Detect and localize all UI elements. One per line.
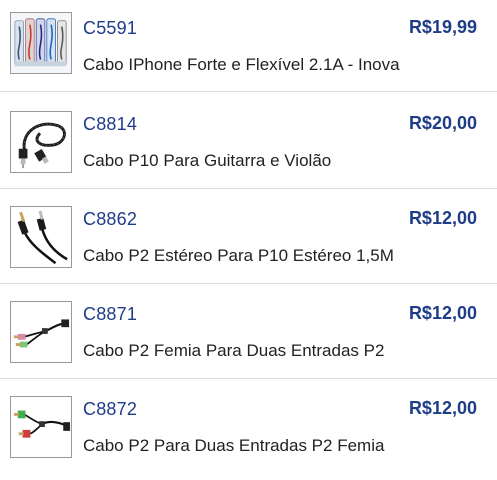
product-code: C8871 (83, 304, 138, 324)
product-code: C8872 (83, 399, 138, 419)
product-price: R$12,00 (408, 303, 477, 323)
p2-splitter-cable-icon (10, 301, 72, 363)
product-title: Cabo P2 Femia Para Duas Entradas P2 (83, 341, 385, 360)
product-price: R$19,99 (408, 17, 477, 37)
product-price: R$12,00 (408, 208, 477, 228)
product-price: R$12,00 (408, 398, 477, 418)
product-code: C8814 (83, 114, 138, 134)
product-code: C8862 (83, 209, 138, 229)
iphone-cable-pack-icon (10, 12, 72, 74)
list-item[interactable]: C5591 R$19,99 Cabo IPhone Forte e Flexív… (0, 0, 497, 92)
p10-guitar-cable-icon (10, 111, 72, 173)
product-code: C5591 (83, 18, 138, 38)
product-title: Cabo IPhone Forte e Flexível 2.1A - Inov… (83, 55, 400, 74)
list-item[interactable]: C8872 R$12,00 Cabo P2 Para Duas Entradas… (0, 379, 497, 474)
list-item[interactable]: C8871 R$12,00 Cabo P2 Femia Para Duas En… (0, 284, 497, 379)
product-title: Cabo P10 Para Guitarra e Violão (83, 151, 332, 170)
product-price: R$20,00 (408, 113, 477, 133)
list-item[interactable]: C8862 R$12,00 Cabo P2 Estéreo Para P10 E… (0, 189, 497, 284)
product-title: Cabo P2 Para Duas Entradas P2 Femia (83, 436, 385, 455)
p2-to-p10-cable-icon (10, 206, 72, 268)
product-title: Cabo P2 Estéreo Para P10 Estéreo 1,5M (83, 246, 394, 265)
product-list: C5591 R$19,99 Cabo IPhone Forte e Flexív… (0, 0, 497, 474)
p2-y-adapter-cable-icon (10, 396, 72, 458)
list-item[interactable]: C8814 R$20,00 Cabo P10 Para Guitarra e V… (0, 94, 497, 189)
